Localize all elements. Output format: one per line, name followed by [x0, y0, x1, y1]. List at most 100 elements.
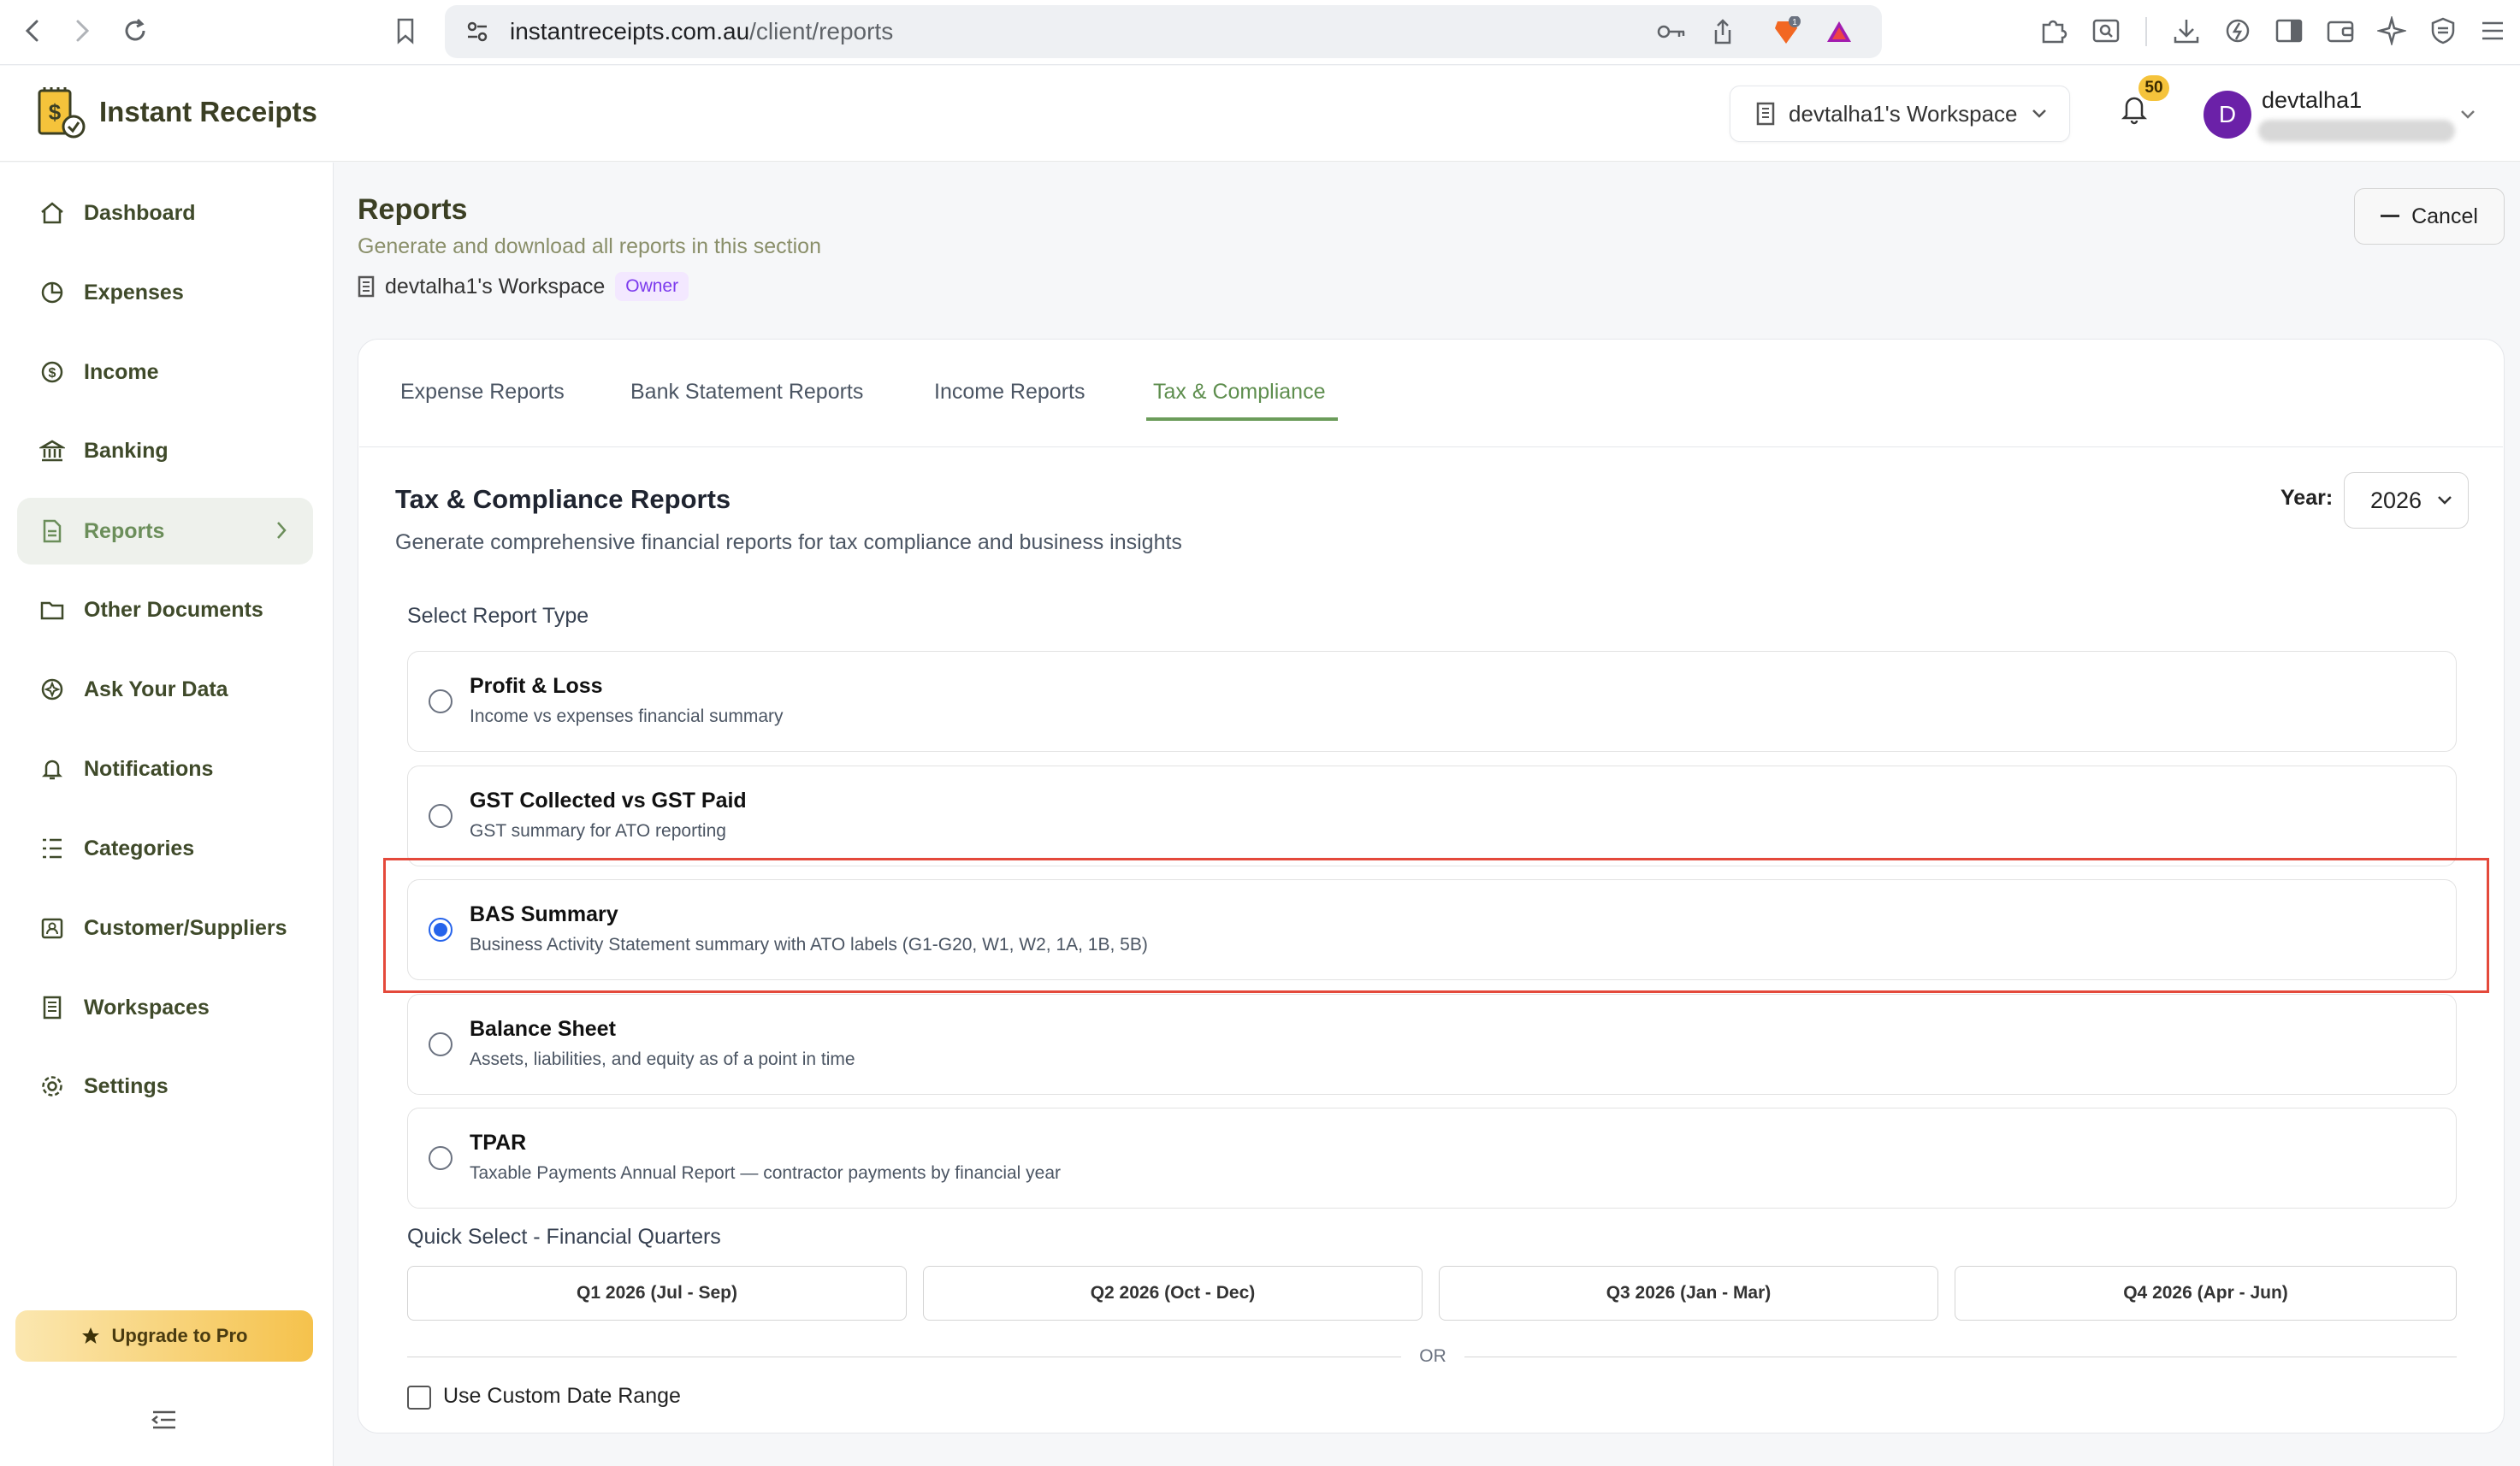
radio-button[interactable] — [429, 1032, 453, 1056]
sidebar-item-label: Banking — [84, 438, 169, 463]
cancel-button[interactable]: Cancel — [2354, 188, 2505, 245]
chevron-down-icon — [2032, 109, 2047, 119]
url-text: instantreceipts.com.au/client/reports — [510, 5, 893, 58]
sidebar-item-label: Income — [84, 359, 159, 384]
building-icon — [1756, 102, 1775, 126]
reload-icon[interactable] — [116, 12, 154, 50]
site-settings-icon[interactable] — [458, 13, 496, 50]
report-option-gst[interactable]: GST Collected vs GST Paid GST summary fo… — [407, 766, 2457, 866]
quarter-q3-button[interactable]: Q3 2026 (Jan - Mar) — [1439, 1266, 1938, 1321]
report-option-tpar[interactable]: TPAR Taxable Payments Annual Report — co… — [407, 1108, 2457, 1209]
sidebar-toggle-icon[interactable] — [2270, 12, 2308, 50]
brand-name[interactable]: Instant Receipts — [99, 96, 317, 128]
upgrade-to-pro-button[interactable]: Upgrade to Pro — [15, 1310, 313, 1362]
current-workspace: devtalha1's Workspace Owner — [358, 272, 689, 301]
year-value: 2026 — [2370, 487, 2422, 513]
sidebar-item-expenses[interactable]: Expenses — [17, 259, 313, 326]
sidebar-item-label: Categories — [84, 836, 195, 860]
report-option-description: Assets, liabilities, and equity as of a … — [470, 1049, 855, 1069]
user-email-redacted — [2258, 120, 2455, 142]
chevron-down-icon — [2437, 495, 2452, 505]
forward-icon[interactable] — [63, 12, 101, 50]
radio-button[interactable] — [429, 1146, 453, 1170]
workspace-switcher-label: devtalha1's Workspace — [1789, 100, 2018, 127]
brave-rewards-icon[interactable] — [1820, 13, 1858, 50]
radio-button[interactable] — [429, 804, 453, 828]
quarter-q2-button[interactable]: Q2 2026 (Oct - Dec) — [923, 1266, 1423, 1321]
leo-ai-icon[interactable] — [2373, 12, 2411, 50]
workspace-switcher[interactable]: devtalha1's Workspace — [1730, 86, 2070, 142]
report-option-title: Profit & Loss — [470, 674, 603, 698]
sidebar-item-income[interactable]: $ Income — [17, 339, 313, 405]
sidebar-item-ask-your-data[interactable]: Ask Your Data — [17, 656, 313, 723]
url-host: instantreceipts.com.au — [510, 18, 750, 44]
tab-bank-statement-reports[interactable]: Bank Statement Reports — [630, 380, 863, 405]
report-option-title: Balance Sheet — [470, 1017, 616, 1041]
radio-button[interactable] — [429, 689, 453, 713]
highlight-box — [383, 858, 2489, 993]
report-option-description: Taxable Payments Annual Report — contrac… — [470, 1163, 1062, 1183]
sidebar-item-notifications[interactable]: Notifications — [17, 736, 313, 802]
speedreader-icon[interactable] — [2219, 12, 2257, 50]
sidebar-item-customer-suppliers[interactable]: Customer/Suppliers — [17, 895, 313, 961]
sidebar-item-reports[interactable]: Reports — [17, 498, 313, 565]
workspace-name: devtalha1's Workspace — [385, 274, 606, 299]
select-report-type-label: Select Report Type — [407, 604, 589, 628]
menu-icon[interactable] — [2474, 12, 2511, 50]
pie-chart-icon — [39, 280, 65, 305]
report-option-balance-sheet[interactable]: Balance Sheet Assets, liabilities, and e… — [407, 994, 2457, 1095]
user-name[interactable]: devtalha1 — [2262, 87, 2362, 114]
screenshot-search-icon[interactable] — [2087, 12, 2125, 50]
star-icon — [81, 1327, 100, 1345]
sidebar-item-banking[interactable]: Banking — [17, 417, 313, 484]
svg-text:$: $ — [49, 99, 62, 125]
collapse-sidebar-icon[interactable] — [151, 1410, 178, 1430]
quarter-q1-button[interactable]: Q1 2026 (Jul - Sep) — [407, 1266, 907, 1321]
tab-income-reports[interactable]: Income Reports — [934, 380, 1085, 405]
sidebar-item-label: Expenses — [84, 280, 184, 304]
bookmark-icon[interactable] — [387, 12, 424, 50]
sidebar-item-label: Customer/Suppliers — [84, 915, 287, 940]
bell-icon — [39, 756, 65, 782]
tab-tax-compliance[interactable]: Tax & Compliance — [1153, 380, 1325, 405]
year-label: Year: — [2280, 486, 2334, 510]
notification-count-badge: 50 — [2138, 75, 2169, 101]
page-subtitle: Generate and download all reports in thi… — [358, 234, 821, 258]
sidebar-item-label: Dashboard — [84, 200, 196, 225]
password-key-icon[interactable] — [1653, 13, 1690, 50]
address-bar[interactable]: instantreceipts.com.au/client/reports 1 — [445, 5, 1882, 58]
user-menu-chevron-icon[interactable] — [2460, 109, 2476, 120]
brand-logo-icon[interactable]: $ — [34, 87, 87, 140]
folder-icon — [39, 597, 65, 623]
sidebar-item-categories[interactable]: Categories — [17, 815, 313, 882]
sidebar-item-dashboard[interactable]: Dashboard — [17, 180, 313, 246]
sidebar-item-settings[interactable]: Settings — [17, 1053, 313, 1120]
contact-card-icon — [39, 915, 65, 941]
avatar[interactable]: D — [2204, 91, 2251, 139]
year-select[interactable]: 2026 — [2344, 472, 2469, 529]
extensions-icon[interactable] — [2034, 12, 2072, 50]
tabs-divider — [359, 446, 2503, 447]
brave-shield-icon[interactable]: 1 — [1767, 13, 1805, 50]
sidebar-item-other-documents[interactable]: Other Documents — [17, 576, 313, 643]
vpn-shield-icon[interactable] — [2424, 12, 2462, 50]
role-badge: Owner — [615, 272, 689, 301]
report-option-description: GST summary for ATO reporting — [470, 821, 726, 841]
report-option-title: TPAR — [470, 1131, 527, 1155]
custom-date-range-checkbox[interactable] — [407, 1386, 431, 1410]
back-icon[interactable] — [14, 12, 51, 50]
sidebar-item-workspaces[interactable]: Workspaces — [17, 974, 313, 1041]
tab-expense-reports[interactable]: Expense Reports — [400, 380, 565, 405]
downloads-icon[interactable] — [2168, 12, 2205, 50]
quarter-q4-button[interactable]: Q4 2026 (Apr - Jun) — [1955, 1266, 2457, 1321]
wallet-icon[interactable] — [2322, 12, 2359, 50]
share-icon[interactable] — [1704, 13, 1742, 50]
report-option-description: Income vs expenses financial summary — [470, 706, 784, 726]
report-option-profit-loss[interactable]: Profit & Loss Income vs expenses financi… — [407, 651, 2457, 752]
custom-date-range-label[interactable]: Use Custom Date Range — [443, 1384, 681, 1409]
sidebar-item-label: Reports — [84, 518, 165, 543]
minus-icon — [2381, 215, 2400, 218]
building-icon — [39, 995, 65, 1020]
home-icon — [39, 200, 65, 226]
report-option-title: GST Collected vs GST Paid — [470, 789, 747, 813]
